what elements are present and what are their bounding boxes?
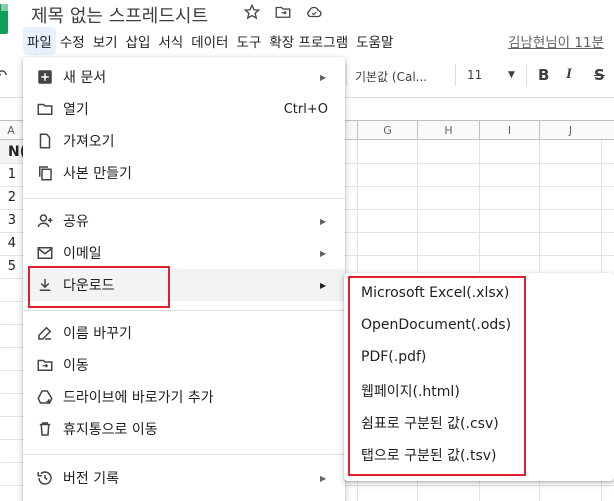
plus-box-icon	[36, 68, 54, 86]
menu-item-rename[interactable]: 이름 바꾸기	[23, 317, 345, 349]
menu-file[interactable]: 파일	[23, 27, 56, 55]
folder-icon	[36, 100, 54, 118]
menu-item-import[interactable]: 가져오기	[23, 125, 345, 157]
submenu-arrow-icon: ▶	[320, 216, 327, 226]
column-header-j[interactable]: J	[539, 121, 601, 141]
drive-add-icon	[36, 388, 54, 406]
font-family-select[interactable]: 기본값 (Cal...	[355, 68, 427, 85]
row-number[interactable]: 2	[0, 190, 16, 205]
font-size-select[interactable]: 11	[467, 68, 482, 82]
menu-item-version-history[interactable]: 버전 기록 ▶	[23, 462, 345, 494]
menu-item-new[interactable]: 새 문서 ▶	[23, 61, 345, 93]
menu-tools[interactable]: 도구	[232, 27, 265, 55]
menu-item-make-copy[interactable]: 사본 만들기	[23, 157, 345, 189]
column-header-i[interactable]: I	[479, 121, 539, 141]
history-icon	[36, 469, 54, 487]
menu-help[interactable]: 도움말	[352, 27, 397, 55]
menu-item-trash[interactable]: 휴지통으로 이동	[23, 413, 345, 445]
menu-item-add-shortcut[interactable]: 드라이브에 바로가기 추가	[23, 381, 345, 413]
row-number[interactable]: 3	[0, 213, 16, 228]
column-header-a[interactable]: A	[0, 121, 22, 141]
submenu-arrow-icon: ▶	[320, 280, 327, 290]
move-folder-icon[interactable]	[274, 3, 292, 25]
menu-data[interactable]: 데이터	[187, 27, 232, 55]
move-folder-icon	[36, 356, 54, 374]
row-number[interactable]: 5	[0, 259, 16, 274]
column-header-h[interactable]: H	[417, 121, 479, 141]
menu-extensions[interactable]: 확장 프로그램	[265, 27, 352, 55]
person-add-icon	[36, 212, 54, 230]
font-size-caret-icon[interactable]: ▼	[508, 70, 515, 80]
italic-button[interactable]: I	[566, 66, 572, 83]
menu-view[interactable]: 보기	[89, 27, 122, 55]
menu-item-move[interactable]: 이동	[23, 349, 345, 381]
copy-icon	[36, 164, 54, 182]
download-highlight-box	[28, 266, 170, 308]
submenu-arrow-icon: ▶	[320, 72, 327, 82]
cloud-status-icon[interactable]	[305, 3, 323, 25]
submenu-arrow-icon: ▶	[320, 473, 327, 483]
star-icon[interactable]	[243, 3, 261, 25]
document-title[interactable]: 제목 없는 스프레드시트	[31, 2, 208, 28]
last-edit-link[interactable]: 김남현님이 11분	[508, 31, 604, 51]
shortcut-label: Ctrl+O	[283, 101, 328, 117]
mail-icon	[36, 244, 54, 262]
menu-item-open[interactable]: 열기 Ctrl+O	[23, 93, 345, 125]
menu-item-share[interactable]: 공유 ▶	[23, 205, 345, 237]
file-icon	[36, 132, 54, 150]
row-number[interactable]: 4	[0, 236, 16, 251]
trash-icon	[36, 420, 54, 438]
menu-bar: 파일 수정 보기 삽입 서식 데이터 도구 확장 프로그램 도움말	[23, 27, 397, 55]
rename-icon	[36, 324, 54, 342]
menu-insert[interactable]: 삽입	[122, 27, 155, 55]
sheets-logo[interactable]	[0, 4, 8, 34]
menu-edit[interactable]: 수정	[56, 27, 89, 55]
submenu-highlight-box	[348, 276, 526, 476]
submenu-arrow-icon: ▶	[320, 248, 327, 258]
row-number[interactable]: 1	[0, 167, 16, 182]
strikethrough-button[interactable]: S	[594, 66, 605, 84]
undo-icon[interactable]: ↶	[0, 66, 7, 85]
menu-format[interactable]: 서식	[154, 27, 187, 55]
bold-button[interactable]: B	[538, 66, 549, 84]
column-header-g[interactable]: G	[357, 121, 417, 141]
menu-item-email[interactable]: 이메일 ▶	[23, 237, 345, 269]
